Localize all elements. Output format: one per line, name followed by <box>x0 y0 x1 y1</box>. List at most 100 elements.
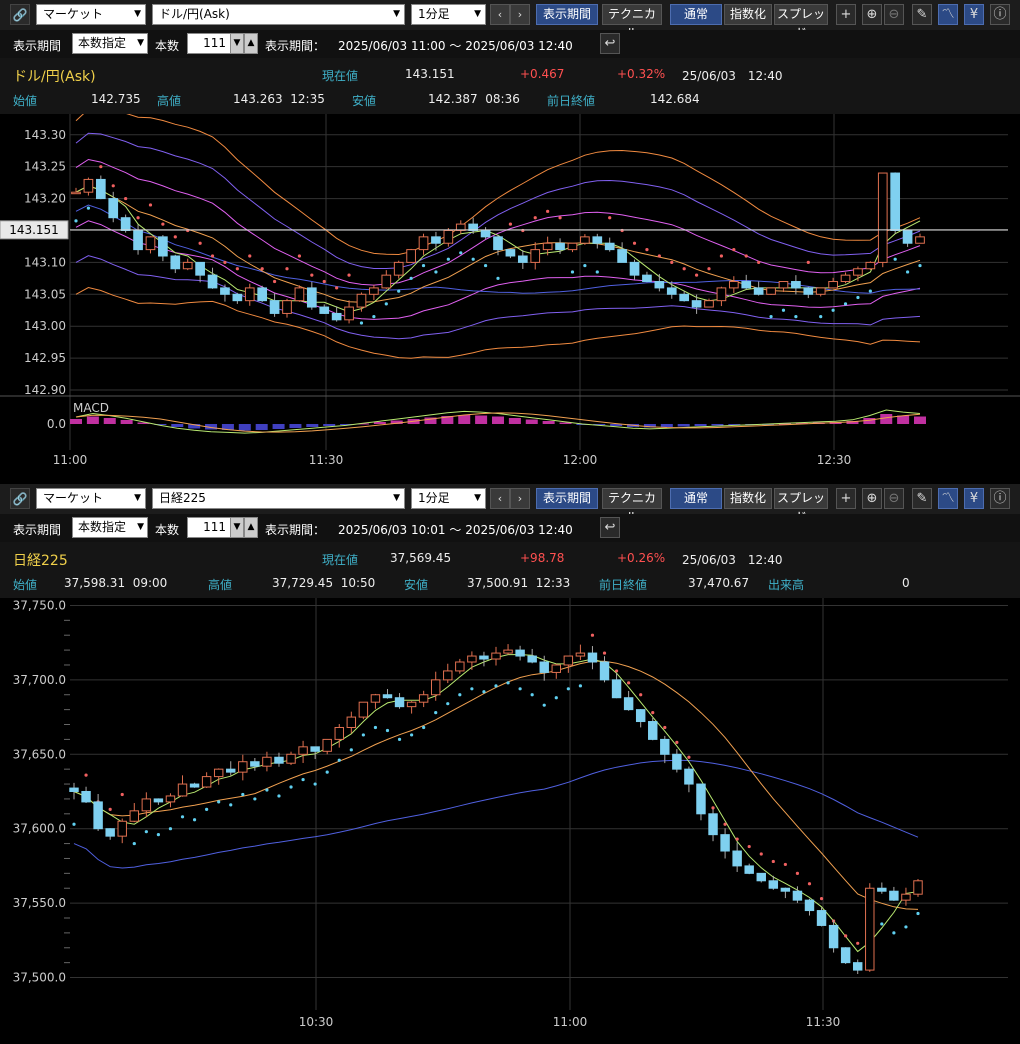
top-prev-value: 142.684 <box>650 92 700 106</box>
top-open-value: 142.735 <box>91 92 141 106</box>
chart-type-icon[interactable]: 〽 <box>938 4 958 25</box>
sar-dot <box>608 216 612 220</box>
chevron-down-icon: ▼ <box>134 493 141 503</box>
reset-icon[interactable]: ↩ <box>600 517 620 538</box>
yen-icon[interactable]: ¥ <box>964 4 984 25</box>
x-tick-label: 12:00 <box>563 453 598 467</box>
usdjpy-candle <box>431 236 441 244</box>
sar-dot <box>229 803 233 807</box>
usdjpy-candle <box>580 236 590 244</box>
moving-average-mid <box>73 660 919 910</box>
bottom-next-button[interactable]: › <box>510 488 530 509</box>
bottom-market-select[interactable]: マーケット ▼ <box>36 488 146 509</box>
bottom-index-button[interactable]: 指数化 <box>724 488 772 509</box>
sar-dot <box>744 254 748 258</box>
bottom-symbol-select[interactable]: 日経225 ▼ <box>152 488 405 509</box>
sar-dot <box>711 806 715 810</box>
bottom-count-down[interactable]: ▼ <box>230 517 244 538</box>
usdjpy-candle <box>840 274 851 283</box>
sar-dot <box>831 308 835 312</box>
bottom-period-row: 表示期間 本数指定 ▼ 本数 111 ▼ ▲ 表示期間： 2025/06/03 1… <box>0 514 1020 542</box>
sar-dot <box>285 267 289 271</box>
top-interval-select[interactable]: 1分足 ▼ <box>411 4 486 25</box>
info-icon[interactable]: ⓘ <box>990 488 1010 509</box>
bottom-technical-button[interactable]: テクニカル <box>602 488 662 524</box>
top-normal-button[interactable]: 通常 <box>670 4 722 25</box>
bottom-display-period-button[interactable]: 表示期間 <box>536 488 598 509</box>
sar-dot <box>397 289 401 293</box>
usdjpy-candle <box>728 281 739 289</box>
nikkei-candle <box>648 721 658 740</box>
bottom-count-label: 本数 <box>155 523 180 537</box>
usdjpy-candle <box>803 287 814 295</box>
sar-dot <box>325 770 329 774</box>
macd-histogram-bar <box>171 424 184 427</box>
bottom-prev-button[interactable]: ‹ <box>490 488 510 509</box>
pencil-icon[interactable]: ✎ <box>912 4 932 25</box>
sar-dot <box>806 260 810 264</box>
sar-dot <box>844 934 848 938</box>
chart-type-icon[interactable]: 〽 <box>938 488 958 509</box>
bottom-spread-button[interactable]: スプレッド <box>774 488 828 524</box>
link-icon[interactable]: 🔗 <box>10 488 30 509</box>
top-prev-button[interactable]: ‹ <box>490 4 510 25</box>
yen-icon[interactable]: ¥ <box>964 488 984 509</box>
y-tick-label: 142.95 <box>24 351 66 365</box>
nikkei-candle <box>551 664 562 673</box>
chevron-down-icon: ▼ <box>137 38 144 48</box>
reset-icon[interactable]: ↩ <box>600 33 620 54</box>
bottom-normal-button[interactable]: 通常 <box>670 488 722 509</box>
link-icon[interactable]: 🔗 <box>10 4 30 25</box>
sar-dot <box>916 911 920 916</box>
y-tick-label: 37,750.0 <box>13 598 66 612</box>
crosshair-icon[interactable]: + <box>836 488 856 509</box>
bottom-period-mode-select[interactable]: 本数指定 ▼ <box>72 517 148 538</box>
sar-dot <box>657 254 661 258</box>
top-count-up[interactable]: ▲ <box>244 33 258 54</box>
usdjpy-candle <box>145 236 156 251</box>
nikkei-candle <box>732 850 742 867</box>
sar-dot <box>781 308 786 312</box>
top-period-mode-select[interactable]: 本数指定 ▼ <box>72 33 148 54</box>
bottom-interval-select[interactable]: 1分足 ▼ <box>411 488 486 509</box>
bottom-count-input[interactable]: 111 <box>187 517 231 538</box>
y-tick-label: 143.30 <box>24 128 66 142</box>
zoom-in-icon[interactable]: ⊕ <box>862 488 882 509</box>
bottom-current-value: 37,569.45 <box>390 551 452 565</box>
crosshair-icon[interactable]: + <box>836 4 856 25</box>
nikkei-chart[interactable]: 37,750.0 37,700.0 37,650.0 37,600.0 37,550.0… <box>0 598 1020 1044</box>
top-symbol-select[interactable]: ドル/円(Ask) ▼ <box>152 4 405 25</box>
top-display-period-button[interactable]: 表示期間 <box>536 4 598 25</box>
usdjpy-candle <box>356 293 367 308</box>
top-spread-button[interactable]: スプレッド <box>774 4 828 40</box>
zoom-out-icon[interactable]: ⊖ <box>884 4 904 25</box>
usdjpy-chart[interactable]: 143.30143.25143.20143.15143.10143.05143.… <box>0 114 1020 482</box>
sar-dot <box>494 684 498 688</box>
top-next-button[interactable]: › <box>510 4 530 25</box>
top-index-button[interactable]: 指数化 <box>724 4 772 25</box>
macd-histogram-bar <box>323 424 336 426</box>
sar-dot <box>590 633 595 637</box>
top-count-input[interactable]: 111 <box>187 33 231 54</box>
sar-dot <box>759 852 763 856</box>
macd-histogram-bar <box>542 421 555 424</box>
zoom-out-icon[interactable]: ⊖ <box>884 488 904 509</box>
sar-dot <box>663 725 667 730</box>
zoom-in-icon[interactable]: ⊕ <box>862 4 882 25</box>
top-count-down[interactable]: ▼ <box>230 33 244 54</box>
sar-dot <box>120 792 124 797</box>
sar-dot <box>496 276 500 280</box>
sar-dot <box>260 267 264 271</box>
info-icon[interactable]: ⓘ <box>990 4 1010 25</box>
sar-dot <box>595 270 599 274</box>
usdjpy-candle <box>182 261 193 270</box>
bottom-count-up[interactable]: ▲ <box>244 517 258 538</box>
top-market-select[interactable]: マーケット ▼ <box>36 4 146 25</box>
top-technical-button[interactable]: テクニカル <box>602 4 662 40</box>
usdjpy-candle <box>369 287 379 295</box>
usdjpy-candle <box>666 287 677 295</box>
y-tick-label: 37,700.0 <box>13 673 66 687</box>
sar-dot <box>322 279 326 284</box>
nikkei-candle <box>189 783 200 788</box>
pencil-icon[interactable]: ✎ <box>912 488 932 509</box>
